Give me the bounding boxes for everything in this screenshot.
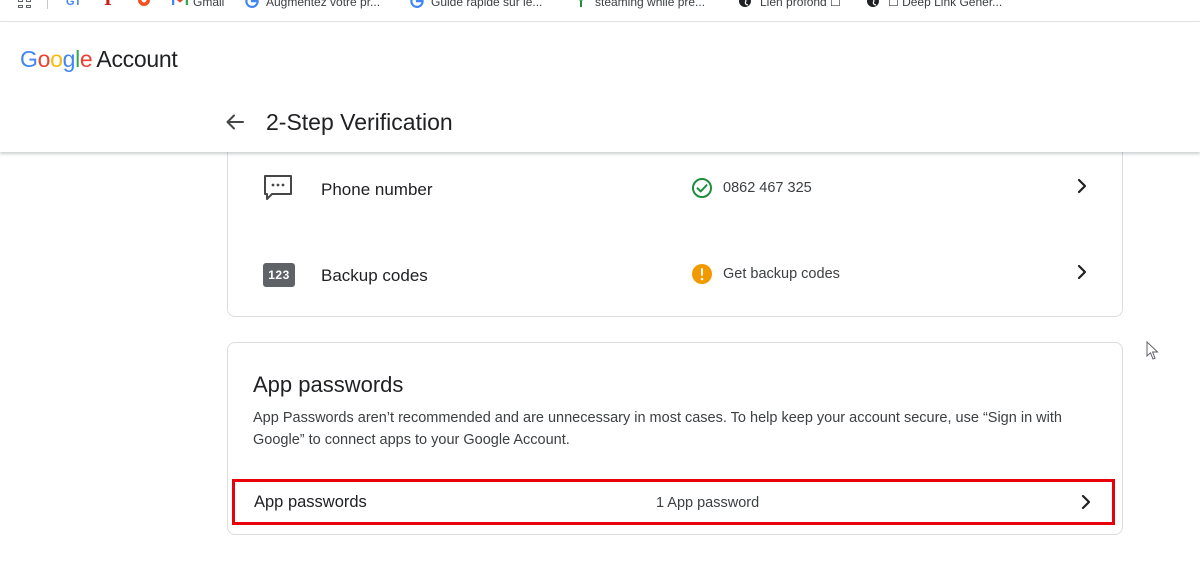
app-passwords-card: App passwords App Passwords aren’t recom… [227, 342, 1123, 535]
check-circle-icon [692, 178, 712, 198]
back-arrow-icon[interactable] [224, 111, 246, 133]
chevron-right-icon [1077, 264, 1087, 280]
logo-letter: g [62, 46, 76, 72]
bookmark-green-icon [578, 0, 584, 7]
logo-letter: o [37, 46, 51, 72]
google-icon [410, 0, 424, 8]
warning-icon [692, 264, 712, 284]
mouse-cursor-icon [1146, 341, 1159, 360]
app-passwords-row[interactable]: App passwords 1 App password [232, 479, 1115, 525]
bookmarks-bar: GT I Gmail Augmentez votre pr... Guide r… [0, 0, 1200, 22]
globe-icon [739, 0, 751, 7]
bookmark-orange-icon[interactable] [137, 0, 151, 7]
google-account-logo[interactable]: Google Account [20, 45, 178, 73]
page-title: 2-Step Verification [266, 109, 453, 135]
logo-account-text: Account [96, 46, 178, 72]
globe-icon [867, 0, 879, 7]
bookmark-lien-profond[interactable]: Lien profond ☐ [760, 0, 841, 10]
chevron-right-icon [1077, 178, 1087, 194]
gmail-icon[interactable] [172, 0, 188, 6]
backup-codes-icon: 123 [263, 263, 295, 287]
app-passwords-row-label: App passwords [254, 493, 367, 511]
bookmark-augmentez[interactable]: Augmentez votre pr... [266, 0, 380, 10]
app-passwords-title: App passwords [253, 372, 404, 397]
app-passwords-description: App Passwords aren’t recommended and are… [253, 410, 1062, 448]
bookmark-steaming[interactable]: steaming while pre... [595, 0, 705, 10]
logo-letter: G [20, 46, 38, 72]
apps-grid-icon[interactable] [18, 0, 32, 10]
backup-codes-row[interactable]: 123 Backup codes Get backup codes [228, 247, 1122, 307]
bookmark-gt[interactable]: GT [66, 0, 81, 10]
backup-codes-label: Backup codes [321, 266, 428, 285]
phone-number-row[interactable]: Phone number 0862 467 325 [228, 161, 1122, 221]
bookmark-deep-link[interactable]: ☐ Deep Link Gener... [888, 0, 1002, 10]
bookmarks-divider [47, 0, 48, 9]
bookmark-red-icon[interactable]: I [104, 0, 112, 9]
app-header: Google Account 2-Step Verification [0, 23, 1200, 152]
backup-codes-status[interactable]: Get backup codes [723, 264, 840, 284]
logo-letter: o [50, 46, 63, 72]
logo-letter: e [79, 46, 93, 72]
bookmark-guide[interactable]: Guide rapide sur le... [431, 0, 542, 10]
phone-number-label: Phone number [321, 180, 433, 199]
google-icon [245, 0, 259, 8]
phone-number-value: 0862 467 325 [723, 180, 812, 196]
chevron-right-icon [1081, 494, 1091, 510]
app-passwords-count: 1 App password [656, 495, 760, 511]
sms-icon [264, 175, 292, 200]
bookmark-gmail[interactable]: Gmail [193, 0, 224, 10]
